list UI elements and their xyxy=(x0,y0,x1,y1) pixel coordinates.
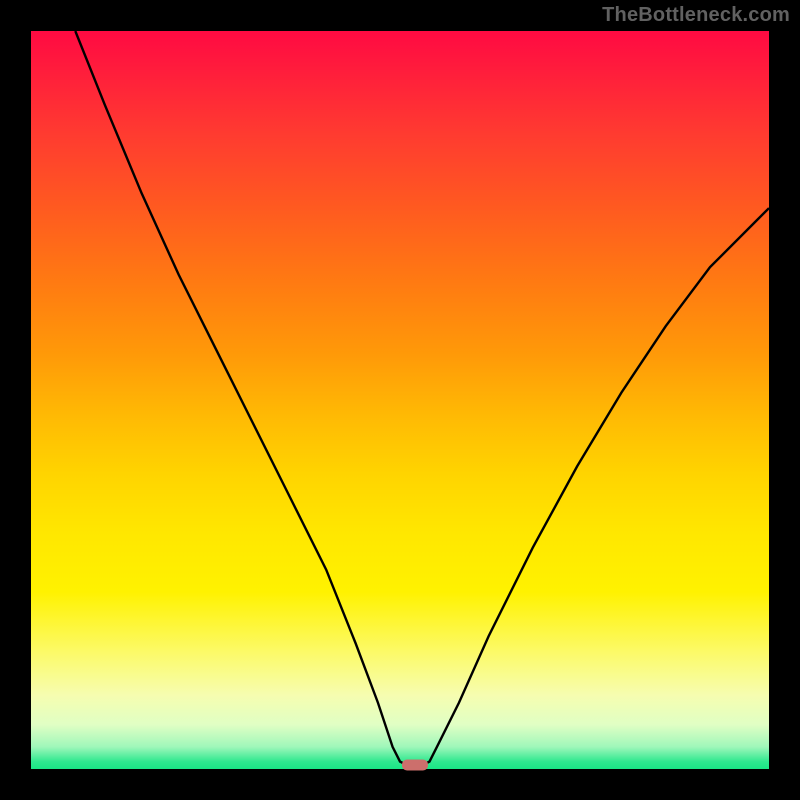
optimal-point-marker xyxy=(402,760,428,771)
plot-area xyxy=(31,31,769,769)
bottleneck-curve xyxy=(31,31,769,769)
chart-frame: TheBottleneck.com xyxy=(0,0,800,800)
curve-path xyxy=(75,31,769,765)
watermark-text: TheBottleneck.com xyxy=(602,4,790,27)
